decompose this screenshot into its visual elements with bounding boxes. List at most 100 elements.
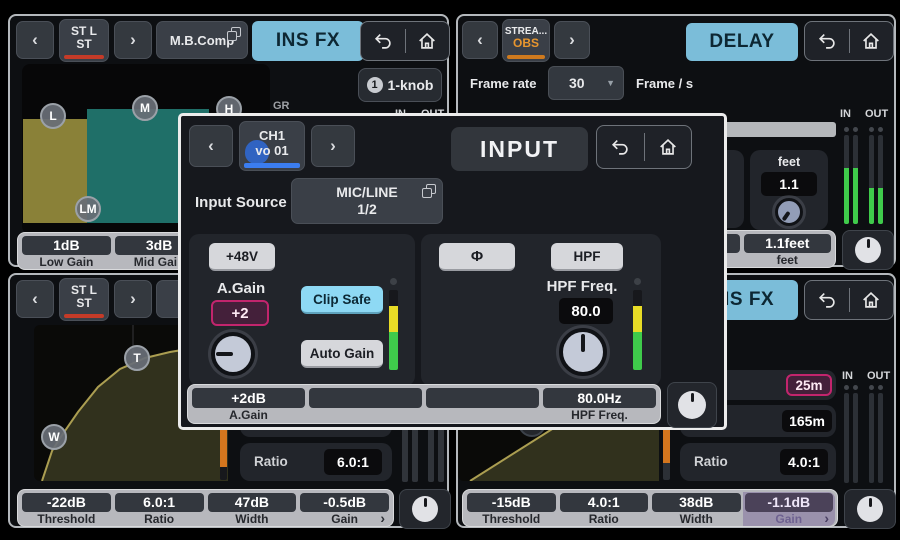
param-cell-ratio[interactable]: 4.0:1Ratio [558,492,651,526]
channel-select-button[interactable]: STREA... OBS [502,19,550,62]
peak-dot [844,385,849,390]
channel-color-underline [507,55,545,59]
channel-select-button[interactable]: ST LST [59,19,109,62]
param-cell-width[interactable]: 47dBWidth [206,492,299,526]
knob-icon [855,237,881,263]
param-cell-width[interactable]: 38dBWidth [650,492,743,526]
undo-button[interactable] [805,22,849,60]
frame-rate-dropdown[interactable]: 30 ▼ [548,66,624,100]
next-channel-button[interactable]: › [114,280,152,318]
touch-knob-button[interactable] [844,489,896,529]
touch-knob-button[interactable] [667,382,717,428]
touch-knob-button[interactable] [399,489,451,529]
param-bar: -15dBThreshold 4.0:1Ratio 38dBWidth -1.1… [462,489,838,527]
home-icon [860,289,882,311]
hpf-freq-value[interactable]: 80.0 [559,298,613,324]
phase-icon: Φ [471,248,483,265]
param-cell-again[interactable]: +2dBA.Gain [190,387,307,423]
undo-button[interactable] [805,281,849,319]
prev-channel-button[interactable]: ‹ [462,21,498,59]
touch-knob-button[interactable] [842,230,894,270]
one-knob-button[interactable]: 1 1-knob [358,68,442,102]
plugin-select-button[interactable]: M.B.Comp [156,21,248,59]
low-band-handle[interactable]: L [40,103,66,129]
chevron-right-icon: › [824,512,829,524]
home-button[interactable] [406,22,450,60]
param-cell-threshold[interactable]: -22dBThreshold [20,492,113,526]
prev-channel-button[interactable]: ‹ [189,125,233,167]
param-cell-gain[interactable]: -0.5dBGain› [298,492,391,526]
phantom-48v-button[interactable]: +48V [209,243,275,271]
hpf-freq-knob[interactable] [559,328,607,376]
chevron-left-icon: ‹ [477,30,483,50]
frame-unit-label: Frame / s [636,76,693,91]
undo-icon [816,30,838,52]
threshold-handle[interactable]: T [124,345,150,371]
param-cell-feet[interactable]: 1.1feetfeet [742,233,834,267]
width-handle[interactable]: W [41,424,67,450]
phase-button[interactable]: Φ [439,243,515,271]
out-meter-l [869,393,874,483]
ratio-value[interactable]: 6.0:1 [324,449,382,475]
phase-hpf-section: Φ HPF HPF Freq. 80.0 [421,234,661,386]
param-cell[interactable] [307,387,424,423]
ratio-row: Ratio 6.0:1 [240,443,392,481]
ratio-label: Ratio [254,454,288,469]
page-title-delay: DELAY [686,23,798,61]
chevron-right-icon: › [330,136,336,156]
home-icon [860,30,882,52]
param-cell-low-gain[interactable]: 1dBLow Gain [20,235,113,269]
hpf-freq-label: HPF Freq. [539,278,625,295]
feet-value[interactable]: 1.1 [761,172,817,196]
param-bar: +2dBA.Gain 80.0HzHPF Freq. [187,384,661,424]
undo-button[interactable] [597,126,644,168]
channel-color-underline [244,163,300,168]
mid-band-handle[interactable]: M [132,95,158,121]
time-value-165m[interactable]: 165m [782,410,832,432]
home-button[interactable] [850,281,894,319]
param-cell[interactable] [424,387,541,423]
undo-button[interactable] [361,22,405,60]
copy-icon [227,27,241,41]
input-level-meter [389,278,398,370]
param-cell-gain-selected[interactable]: -1.1dBGain› [743,492,836,526]
next-channel-button[interactable]: › [554,21,590,59]
home-button[interactable] [850,22,894,60]
knob-icon [678,391,706,419]
analog-gain-section: +48V A.Gain +2 Clip Safe Auto Gain [189,234,415,386]
ratio-label: Ratio [694,454,728,469]
hpf-button[interactable]: HPF [551,243,623,271]
ratio-value[interactable]: 4.0:1 [780,449,828,475]
in-meter-r [853,393,858,483]
channel-color-underline [64,55,104,59]
dialog-title: INPUT [451,127,588,171]
next-channel-button[interactable]: › [311,125,355,167]
again-value[interactable]: +2 [211,300,269,326]
channel-select-button[interactable]: CH1 vo 01 [239,121,305,171]
knob-icon [412,496,438,522]
nav-group [804,21,894,61]
auto-gain-button[interactable]: Auto Gain [301,340,383,368]
low-mid-crossover-handle[interactable]: LM [75,196,101,222]
out-meter-label: OUT [867,370,890,382]
feet-knob[interactable] [775,198,803,226]
channel-select-button[interactable]: ST LST [59,278,109,321]
prev-channel-button[interactable]: ‹ [16,280,54,318]
input-source-label: Input Source [195,194,287,211]
clip-safe-button[interactable]: Clip Safe [301,286,383,314]
param-cell-hpf-freq[interactable]: 80.0HzHPF Freq. [541,387,658,423]
time-value-25m[interactable]: 25m [786,374,832,396]
param-cell-ratio[interactable]: 6.0:1Ratio [113,492,206,526]
again-knob[interactable] [211,332,255,376]
prev-channel-button[interactable]: ‹ [16,21,54,59]
home-icon [416,30,438,52]
param-cell-threshold[interactable]: -15dBThreshold [465,492,558,526]
nav-group [596,125,692,169]
chevron-right-icon: › [380,512,385,524]
input-source-button[interactable]: MIC/LINE 1/2 [291,178,443,224]
chevron-right-icon: › [569,30,575,50]
home-button[interactable] [645,126,692,168]
peak-dot [869,385,874,390]
next-channel-button[interactable]: › [114,21,152,59]
in-meter-label: IN [842,370,853,382]
